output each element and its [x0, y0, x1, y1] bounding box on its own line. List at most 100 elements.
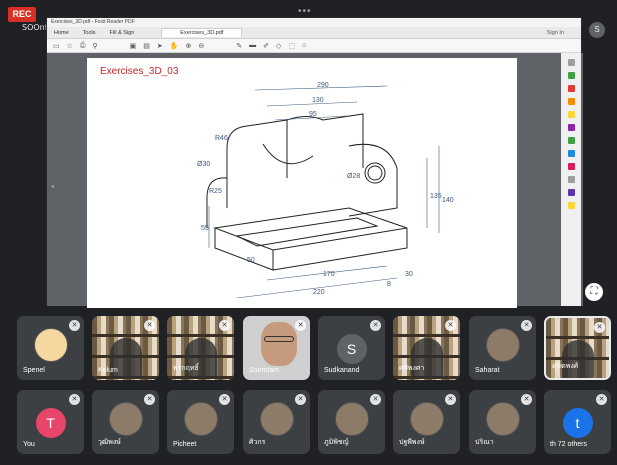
pdf-toolbar: ▭ ☆ ⎙ ⚲ ▣ ▤ ➤ ✋ ⊕ ⊖ ✎ ▬ ✐ ◇ ⬚ ⌂ — [47, 39, 581, 53]
dim-dia28: Ø28 — [347, 173, 360, 180]
participant-tile[interactable]: ✕ Soomtam — [243, 316, 310, 380]
participant-avatar — [409, 402, 444, 436]
tool-icon-8[interactable] — [567, 150, 575, 157]
menu-fill-sign[interactable]: Fill & Sign — [103, 30, 142, 36]
tool-icon-9[interactable] — [567, 163, 575, 170]
dim-50: 50 — [247, 257, 255, 264]
save-icon[interactable]: ▣ — [130, 42, 137, 50]
dim-r46: R46 — [215, 135, 228, 142]
menu-right: Sign In — [540, 30, 581, 36]
mic-muted-icon: ✕ — [219, 394, 230, 405]
participant-tile[interactable]: ✕ ปฐพีพงษ์ — [393, 390, 460, 454]
more-options-icon[interactable]: ••• — [298, 6, 312, 17]
participant-name: ปริณา — [475, 439, 494, 446]
participant-video — [561, 340, 594, 378]
participant-name: พรกฤทธิ์ — [173, 365, 199, 372]
technical-drawing: 290 130 95 R46 Ø30 R25 55 Ø28 135 140 50… — [197, 82, 454, 299]
participant-tile[interactable]: ✕ ภูมิพิชญ์ — [318, 390, 385, 454]
self-avatar[interactable]: S — [589, 22, 605, 38]
scroll-left-icon[interactable]: ◂ — [51, 183, 56, 190]
dimension-labels: 290 130 95 R46 Ø30 R25 55 Ø28 135 140 50… — [197, 82, 454, 296]
participant-tile[interactable]: ✕ วุฒิพงษ์ — [92, 390, 159, 454]
mic-muted-icon: ✕ — [144, 394, 155, 405]
mic-muted-icon: ✕ — [521, 320, 532, 331]
participant-tile[interactable]: ✕ Kolum — [92, 316, 159, 380]
tool-icon-7[interactable] — [567, 137, 575, 144]
highlight-icon[interactable]: ▬ — [249, 42, 256, 49]
mic-muted-icon: ✕ — [295, 394, 306, 405]
zoom-icon[interactable]: ⚲ — [93, 42, 98, 50]
tab-document[interactable]: Exercises_3D.pdf — [161, 28, 243, 37]
pdf-window-title: Exercises_3D.pdf - Foxit Reader PDF — [47, 18, 581, 27]
participant-avatar — [485, 328, 520, 362]
mic-muted-icon: ✕ — [445, 394, 456, 405]
shape-icon[interactable]: ◇ — [276, 42, 281, 50]
participant-avatar: t — [562, 408, 593, 438]
participant-tile[interactable]: ✕ ปริณา — [469, 390, 536, 454]
tool-icon-10[interactable] — [567, 176, 575, 183]
participant-tile[interactable]: ✕ พรกฤทธิ์ — [167, 316, 234, 380]
hand-icon[interactable]: ✋ — [170, 42, 179, 50]
pen-icon[interactable]: ✐ — [263, 42, 269, 50]
print-icon[interactable]: ⎙ — [80, 42, 86, 50]
dim-r25: R25 — [209, 188, 222, 195]
pdf-page: Exercises_3D_03 290 130 95 R46 Ø30 R25 5… — [87, 58, 517, 308]
participant-tile[interactable]: ✕ ดุษิตพงศ์ — [544, 316, 611, 380]
mic-muted-icon: ✕ — [370, 320, 381, 331]
mic-muted-icon: ✕ — [69, 394, 80, 405]
mic-muted-icon: ✕ — [69, 320, 80, 331]
document-icon[interactable]: ▭ — [53, 42, 60, 50]
stamp-icon[interactable]: ⬚ — [288, 42, 295, 50]
pdf-right-tools — [561, 53, 581, 306]
mic-muted-icon: ✕ — [596, 394, 607, 405]
page-icon[interactable]: ▤ — [143, 42, 150, 50]
comment-icon[interactable]: ✎ — [236, 42, 242, 50]
cursor-icon[interactable]: ➤ — [157, 42, 163, 50]
participant-name: วุฒิพงษ์ — [98, 439, 121, 446]
participant-name: ปฐพีพงษ์ — [399, 439, 425, 446]
participant-tile[interactable]: ✕ Saharat — [469, 316, 536, 380]
participant-tile[interactable]: S ✕ Sudkanand — [318, 316, 385, 380]
participant-tile[interactable]: ✕ Spenel — [17, 316, 84, 380]
tool-icon-11[interactable] — [567, 189, 575, 196]
participant-avatar: S — [336, 334, 367, 364]
tool-icon-2[interactable] — [567, 72, 575, 79]
zoom-out-icon[interactable]: ⊖ — [198, 42, 204, 50]
dim-55: 55 — [201, 225, 209, 232]
participant-tile[interactable]: T ✕ You — [17, 390, 84, 454]
dim-140: 140 — [442, 197, 454, 204]
mic-muted-icon: ✕ — [219, 320, 230, 331]
menu-tools[interactable]: Tools — [76, 30, 103, 36]
tool-icon-1[interactable] — [567, 59, 575, 66]
participant-name: You — [23, 441, 35, 448]
fullscreen-icon[interactable]: ⛶ — [585, 283, 603, 301]
participant-name: ภูมิพิชญ์ — [324, 439, 349, 446]
participant-name: Saharat — [475, 367, 500, 374]
sign-in-link[interactable]: Sign In — [540, 30, 571, 36]
attach-icon[interactable]: ⌂ — [302, 42, 306, 49]
participant-name: Kolum — [98, 367, 118, 374]
participant-avatar — [485, 402, 520, 436]
menu-home[interactable]: Home — [47, 30, 76, 36]
dim-95: 95 — [309, 111, 317, 118]
tool-icon-12[interactable] — [567, 202, 575, 209]
participant-tile[interactable]: ✕ ศิวกร — [243, 390, 310, 454]
participant-tile[interactable]: ✕ Picheet — [167, 390, 234, 454]
participant-avatar: T — [35, 408, 66, 438]
dim-dia30: Ø30 — [197, 161, 210, 168]
participant-name: Picheet — [173, 441, 197, 448]
participant-tile[interactable]: ✕ ศศิพงศา — [393, 316, 460, 380]
participant-name: ศิวกร — [249, 439, 266, 446]
tool-icon-5[interactable] — [567, 111, 575, 118]
participant-name: th 72 others — [550, 441, 587, 448]
tool-icon-6[interactable] — [567, 124, 575, 131]
participant-avatar — [33, 328, 68, 362]
participant-avatar — [334, 402, 369, 436]
tool-icon-3[interactable] — [567, 85, 575, 92]
participant-tile[interactable]: t ✕ th 72 others — [544, 390, 611, 454]
zoom-in-icon[interactable]: ⊕ — [186, 42, 192, 50]
participant-avatar — [259, 402, 294, 436]
tool-icon-4[interactable] — [567, 98, 575, 105]
dim-170: 170 — [323, 271, 335, 278]
star-icon[interactable]: ☆ — [67, 42, 73, 50]
